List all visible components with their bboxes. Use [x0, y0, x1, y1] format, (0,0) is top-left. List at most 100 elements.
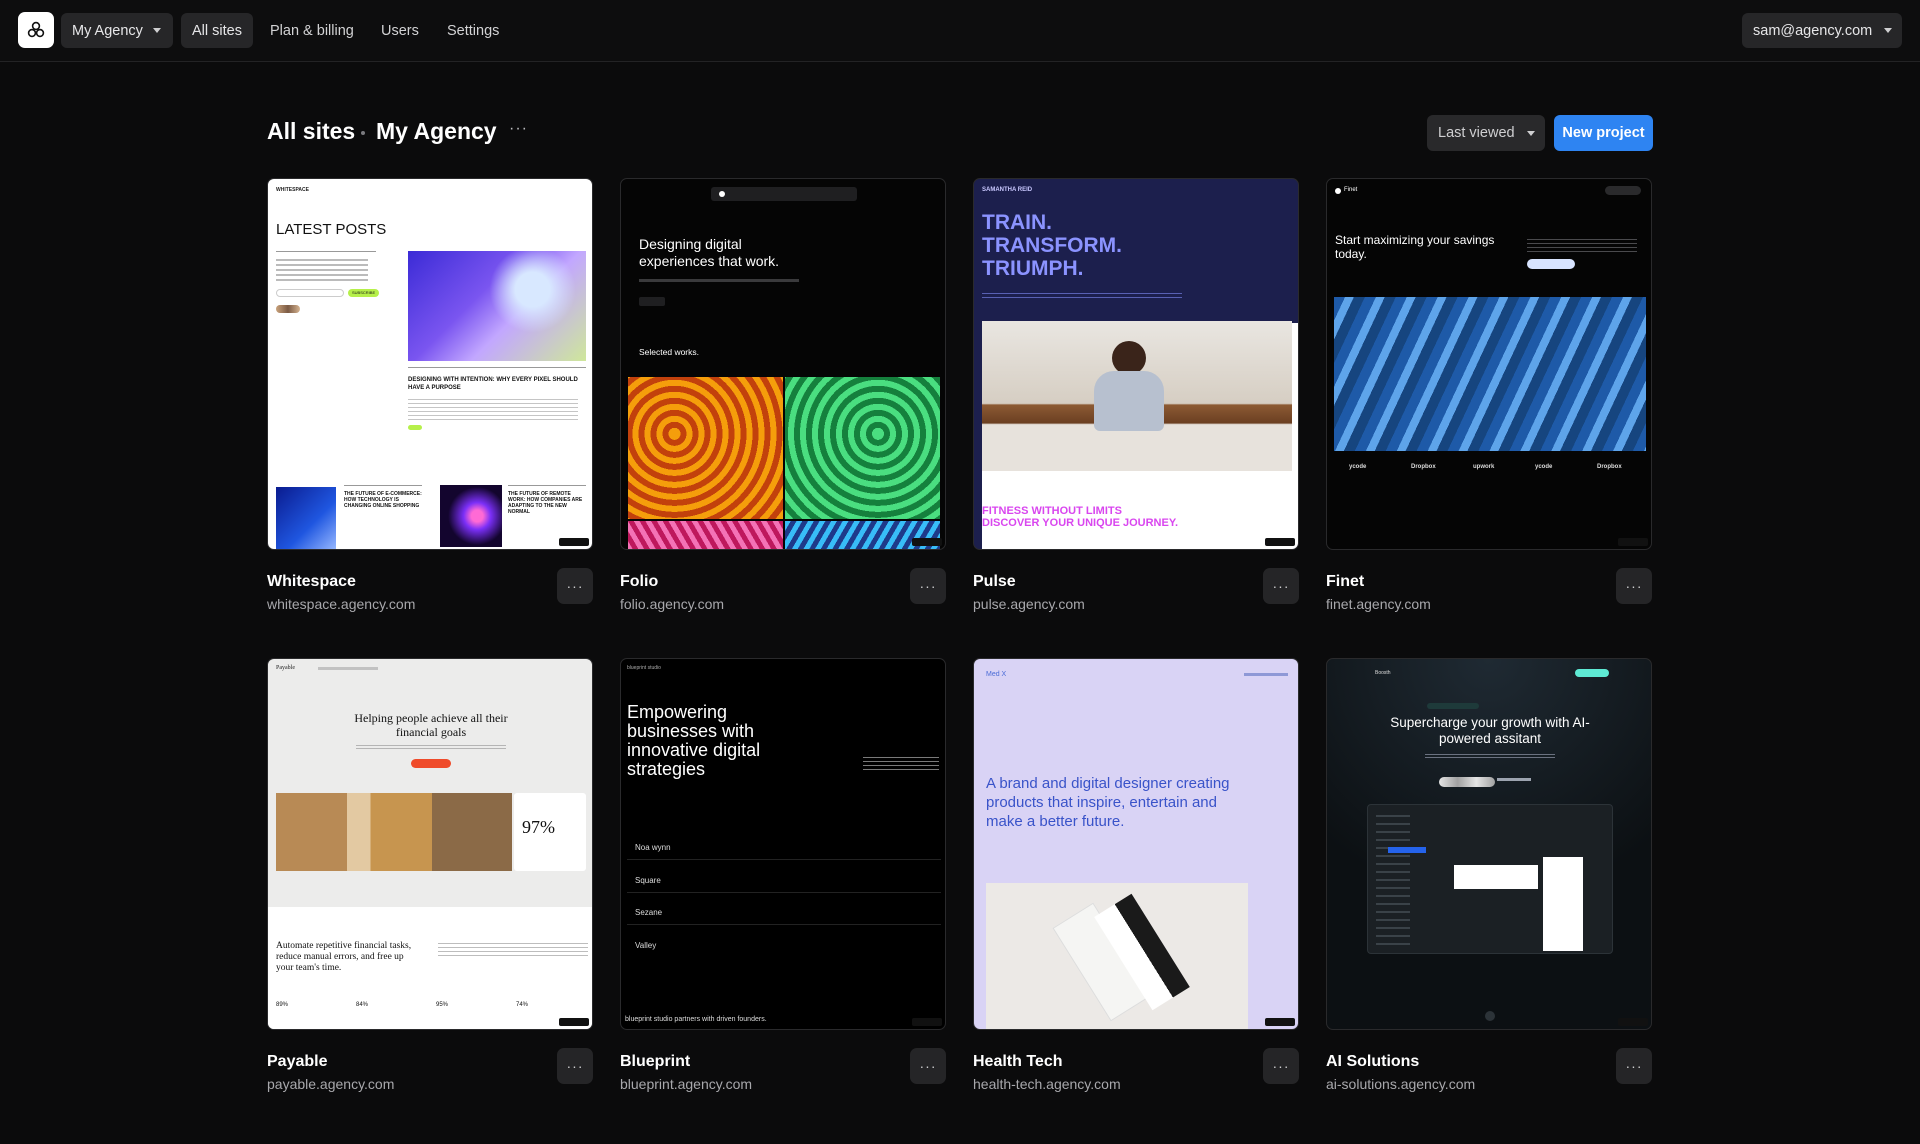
site-thumbnail-blueprint[interactable]: blueprint studio Empowering businesses w… — [620, 658, 946, 1030]
site-name[interactable]: Blueprint — [620, 1053, 690, 1071]
preview-email-field — [276, 289, 344, 297]
preview-divider — [276, 251, 376, 252]
workspace-name: My Agency — [72, 22, 143, 39]
preview-cta — [411, 759, 451, 768]
preview-logo-dot — [719, 191, 725, 197]
preview-post-excerpt — [408, 399, 578, 421]
site-url[interactable]: health-tech.agency.com — [973, 1076, 1121, 1092]
preview-subtext — [639, 279, 799, 282]
preview-list-item: Sezane — [635, 908, 663, 917]
preview-headline: Start maximizing your savings today. — [1335, 233, 1495, 262]
preview-post-title-3: THE FUTURE OF REMOTE WORK: HOW COMPANIES… — [508, 491, 583, 515]
chevron-down-icon — [1884, 28, 1893, 33]
preview-hero-photo — [982, 321, 1292, 471]
preview-hero-image — [408, 251, 586, 361]
preview-cta — [639, 297, 665, 306]
workspace-switcher[interactable]: My Agency — [61, 13, 173, 48]
site-url[interactable]: blueprint.agency.com — [620, 1076, 752, 1092]
preview-person-head — [1112, 341, 1146, 375]
site-more-button[interactable]: ··· — [557, 1048, 593, 1084]
site-more-button[interactable]: ··· — [910, 1048, 946, 1084]
site-name[interactable]: Pulse — [973, 573, 1016, 591]
nav-users[interactable]: Users — [370, 13, 430, 48]
site-url[interactable]: finet.agency.com — [1326, 596, 1431, 612]
preview-rating — [1497, 778, 1531, 781]
preview-divider — [627, 859, 941, 860]
preview-product-photo — [986, 883, 1248, 1029]
made-in-badge — [1618, 1018, 1648, 1026]
site-more-button[interactable]: ··· — [1616, 568, 1652, 604]
preview-divider — [408, 367, 586, 368]
site-thumbnail-folio[interactable]: Designing digital experiences that work.… — [620, 178, 946, 550]
site-url[interactable]: ai-solutions.agency.com — [1326, 1076, 1475, 1092]
preview-work-image — [628, 521, 783, 549]
preview-metric: 84% — [356, 1002, 369, 1008]
site-url[interactable]: pulse.agency.com — [973, 596, 1085, 612]
preview-post-image-2 — [440, 485, 502, 547]
site-thumbnail-whitespace[interactable]: WHITESPACE LATEST POSTS SUBSCRIBE DESIGN… — [267, 178, 593, 550]
preview-mockup-highlight — [1388, 847, 1426, 853]
preview-metric: 95% — [436, 1002, 449, 1008]
site-more-button[interactable]: ··· — [557, 568, 593, 604]
preview-divider — [508, 485, 586, 486]
preview-brand: Payable — [276, 665, 295, 671]
nav-all-sites[interactable]: All sites — [181, 13, 253, 48]
site-url[interactable]: folio.agency.com — [620, 596, 724, 612]
site-thumbnail-payable[interactable]: Payable Helping people achieve all their… — [267, 658, 593, 1030]
site-name[interactable]: Folio — [620, 573, 658, 591]
site-thumbnail-pulse[interactable]: SAMANTHA REID TRAIN. TRANSFORM. TRIUMPH.… — [973, 178, 1299, 550]
site-more-button[interactable]: ··· — [1263, 1048, 1299, 1084]
nav-settings[interactable]: Settings — [436, 13, 510, 48]
preview-client-logo: ycode — [1349, 464, 1367, 470]
preview-headline: Designing digital experiences that work. — [639, 236, 780, 269]
preview-text-lines — [276, 259, 368, 281]
site-name[interactable]: Payable — [267, 1053, 327, 1071]
breadcrumb-current: My Agency — [376, 118, 497, 144]
preview-navbar — [711, 187, 857, 201]
sort-dropdown[interactable]: Last viewed — [1427, 115, 1545, 151]
site-thumbnail-finet[interactable]: Finet Start maximizing your savings toda… — [1326, 178, 1652, 550]
preview-list-item: Square — [635, 876, 661, 885]
account-menu[interactable]: sam@agency.com — [1742, 13, 1902, 48]
preview-work-image — [785, 377, 940, 519]
preview-brand: SAMANTHA REID — [982, 187, 1033, 193]
site-more-button[interactable]: ··· — [1616, 1048, 1652, 1084]
site-url[interactable]: whitespace.agency.com — [267, 596, 415, 612]
site-name[interactable]: Health Tech — [973, 1053, 1063, 1071]
preview-subtext — [356, 745, 506, 751]
site-more-button[interactable]: ··· — [1263, 568, 1299, 604]
top-navigation: My Agency All sites Plan & billing Users… — [0, 0, 1920, 62]
site-name[interactable]: Finet — [1326, 573, 1364, 591]
preview-mockup-sidebar — [1376, 815, 1410, 945]
preview-mockup-card — [1454, 865, 1538, 889]
preview-brand: Med X — [986, 671, 1007, 678]
preview-photo-strip — [276, 793, 512, 871]
preview-brand: Finet — [1344, 187, 1358, 193]
site-thumbnail-ai-solutions[interactable]: Boosth Supercharge your growth with AI-p… — [1326, 658, 1652, 1030]
site-name[interactable]: AI Solutions — [1326, 1053, 1419, 1071]
site-thumbnail-health-tech[interactable]: Med X A brand and digital designer creat… — [973, 658, 1299, 1030]
site-url[interactable]: payable.agency.com — [267, 1076, 394, 1092]
site-more-button[interactable]: ··· — [910, 568, 946, 604]
preview-stat-card: 97% — [514, 793, 586, 871]
preview-client-logo: ycode — [1535, 464, 1553, 470]
new-project-button[interactable]: New project — [1554, 115, 1653, 151]
preview-section-title: Selected works. — [639, 347, 699, 357]
preview-tag — [408, 425, 422, 430]
breadcrumb-all-sites[interactable]: All sites — [267, 118, 355, 145]
preview-post-title-2: THE FUTURE OF E-COMMERCE: HOW TECHNOLOGY… — [344, 491, 422, 509]
nav-plan-billing[interactable]: Plan & billing — [259, 13, 365, 48]
account-email: sam@agency.com — [1753, 22, 1873, 39]
preview-nav-button — [1605, 186, 1641, 195]
preview-footer: blueprint studio partners with driven fo… — [625, 1016, 767, 1023]
app-logo[interactable] — [18, 12, 54, 48]
workspace-more-button[interactable]: ··· — [509, 120, 528, 138]
made-in-badge — [559, 1018, 589, 1026]
sort-label: Last viewed — [1438, 125, 1515, 141]
preview-headline: TRAIN. TRANSFORM. TRIUMPH. — [982, 211, 1122, 281]
preview-post-title: DESIGNING WITH INTENTION: WHY EVERY PIXE… — [408, 377, 578, 391]
site-name[interactable]: Whitespace — [267, 573, 356, 591]
logo-icon — [27, 21, 45, 38]
preview-pill — [1427, 703, 1479, 709]
preview-brand: Boosth — [1375, 670, 1391, 676]
